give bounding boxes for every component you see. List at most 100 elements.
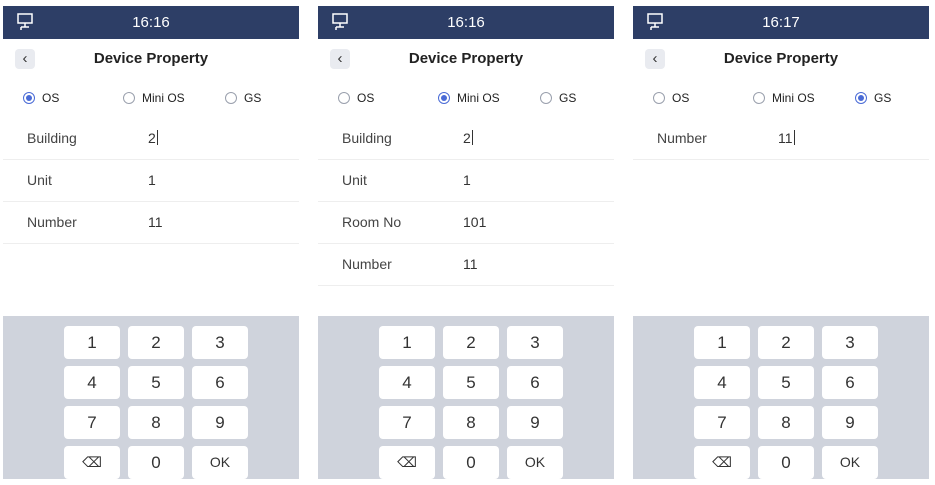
device-screen: 16:16 ‹ Device Property OS Mini OS GS Building… — [318, 6, 614, 479]
key-1[interactable]: 1 — [694, 326, 750, 359]
field-row[interactable]: Number 11 — [318, 244, 614, 286]
radio-option[interactable]: GS — [225, 91, 261, 105]
radio-option[interactable]: OS — [23, 91, 59, 105]
radio-unselected-icon — [540, 92, 552, 104]
title-bar: ‹ Device Property — [633, 39, 929, 80]
clock-time: 16:16 — [447, 14, 485, 31]
key-2[interactable]: 2 — [128, 326, 184, 359]
field-row[interactable]: Room No 101 — [318, 202, 614, 244]
property-fields: Building 2 Unit 1 Room No 101 Number 11 — [318, 118, 614, 286]
ok-key[interactable]: OK — [822, 446, 878, 479]
key-8[interactable]: 8 — [128, 406, 184, 439]
key-0[interactable]: 0 — [128, 446, 184, 479]
field-row[interactable]: Number 11 — [3, 202, 299, 244]
radio-option[interactable]: Mini OS — [438, 91, 500, 105]
key-3[interactable]: 3 — [822, 326, 878, 359]
field-value[interactable]: 1 — [463, 172, 471, 188]
field-value[interactable]: 101 — [463, 214, 486, 230]
key-5[interactable]: 5 — [443, 366, 499, 399]
field-value[interactable]: 11 — [778, 130, 795, 146]
field-value-text: 11 — [148, 214, 163, 230]
field-value[interactable]: 1 — [148, 172, 156, 188]
field-row[interactable]: Number 11 — [633, 118, 929, 160]
field-value[interactable]: 2 — [463, 130, 473, 146]
radio-label: OS — [357, 91, 375, 105]
radio-selected-icon — [23, 92, 35, 104]
field-label: Building — [27, 130, 77, 146]
key-6[interactable]: 6 — [192, 366, 248, 399]
key-5[interactable]: 5 — [128, 366, 184, 399]
key-7[interactable]: 7 — [64, 406, 120, 439]
field-row[interactable]: Building 2 — [3, 118, 299, 160]
radio-label: GS — [874, 91, 892, 105]
key-0[interactable]: 0 — [443, 446, 499, 479]
page-title: Device Property — [723, 50, 839, 67]
radio-option[interactable]: OS — [653, 91, 689, 105]
numeric-keypad: 1 2 3 4 5 6 7 8 9 ⌫ 0 OK — [3, 316, 299, 479]
backspace-key[interactable]: ⌫ — [379, 446, 435, 479]
ok-key[interactable]: OK — [192, 446, 248, 479]
radio-option[interactable]: OS — [338, 91, 374, 105]
ok-key[interactable]: OK — [507, 446, 563, 479]
backspace-key[interactable]: ⌫ — [694, 446, 750, 479]
key-1[interactable]: 1 — [379, 326, 435, 359]
text-cursor — [793, 130, 795, 145]
radio-unselected-icon — [753, 92, 765, 104]
key-8[interactable]: 8 — [443, 406, 499, 439]
field-value[interactable]: 11 — [463, 256, 478, 272]
radio-selected-icon — [855, 92, 867, 104]
radio-option[interactable]: GS — [855, 91, 891, 105]
status-bar: 16:16 — [3, 6, 299, 39]
radio-label: Mini OS — [457, 91, 500, 105]
key-3[interactable]: 3 — [507, 326, 563, 359]
status-bar: 16:16 — [318, 6, 614, 39]
radio-option[interactable]: Mini OS — [753, 91, 815, 105]
radio-option[interactable]: Mini OS — [123, 91, 185, 105]
key-5[interactable]: 5 — [758, 366, 814, 399]
key-1[interactable]: 1 — [64, 326, 120, 359]
field-value[interactable]: 2 — [148, 130, 158, 146]
field-value[interactable]: 11 — [148, 214, 163, 230]
key-2[interactable]: 2 — [443, 326, 499, 359]
key-9[interactable]: 9 — [822, 406, 878, 439]
property-fields: Number 11 — [633, 118, 929, 160]
os-type-radio-group: OS Mini OS GS — [3, 80, 299, 118]
key-7[interactable]: 7 — [379, 406, 435, 439]
radio-label: GS — [559, 91, 577, 105]
title-bar: ‹ Device Property — [318, 39, 614, 80]
radio-selected-icon — [438, 92, 450, 104]
key-4[interactable]: 4 — [379, 366, 435, 399]
key-4[interactable]: 4 — [694, 366, 750, 399]
field-label: Unit — [342, 172, 367, 188]
os-type-radio-group: OS Mini OS GS — [633, 80, 929, 118]
field-value-text: 11 — [778, 130, 793, 146]
field-value-text: 1 — [148, 172, 156, 188]
backspace-key[interactable]: ⌫ — [64, 446, 120, 479]
clock-time: 16:16 — [132, 14, 170, 31]
field-row[interactable]: Building 2 — [318, 118, 614, 160]
key-9[interactable]: 9 — [507, 406, 563, 439]
field-value-text: 2 — [463, 130, 471, 146]
radio-option[interactable]: GS — [540, 91, 576, 105]
page-title: Device Property — [408, 50, 524, 67]
numeric-keypad: 1 2 3 4 5 6 7 8 9 ⌫ 0 OK — [633, 316, 929, 479]
clock-time: 16:17 — [762, 14, 800, 31]
key-4[interactable]: 4 — [64, 366, 120, 399]
field-row[interactable]: Unit 1 — [3, 160, 299, 202]
key-6[interactable]: 6 — [822, 366, 878, 399]
key-9[interactable]: 9 — [192, 406, 248, 439]
field-label: Number — [27, 214, 77, 230]
status-bar: 16:17 — [633, 6, 929, 39]
field-label: Building — [342, 130, 392, 146]
field-row[interactable]: Unit 1 — [318, 160, 614, 202]
property-fields: Building 2 Unit 1 Number 11 — [3, 118, 299, 244]
key-8[interactable]: 8 — [758, 406, 814, 439]
key-0[interactable]: 0 — [758, 446, 814, 479]
radio-unselected-icon — [338, 92, 350, 104]
key-6[interactable]: 6 — [507, 366, 563, 399]
radio-unselected-icon — [123, 92, 135, 104]
os-type-radio-group: OS Mini OS GS — [318, 80, 614, 118]
key-2[interactable]: 2 — [758, 326, 814, 359]
key-7[interactable]: 7 — [694, 406, 750, 439]
key-3[interactable]: 3 — [192, 326, 248, 359]
